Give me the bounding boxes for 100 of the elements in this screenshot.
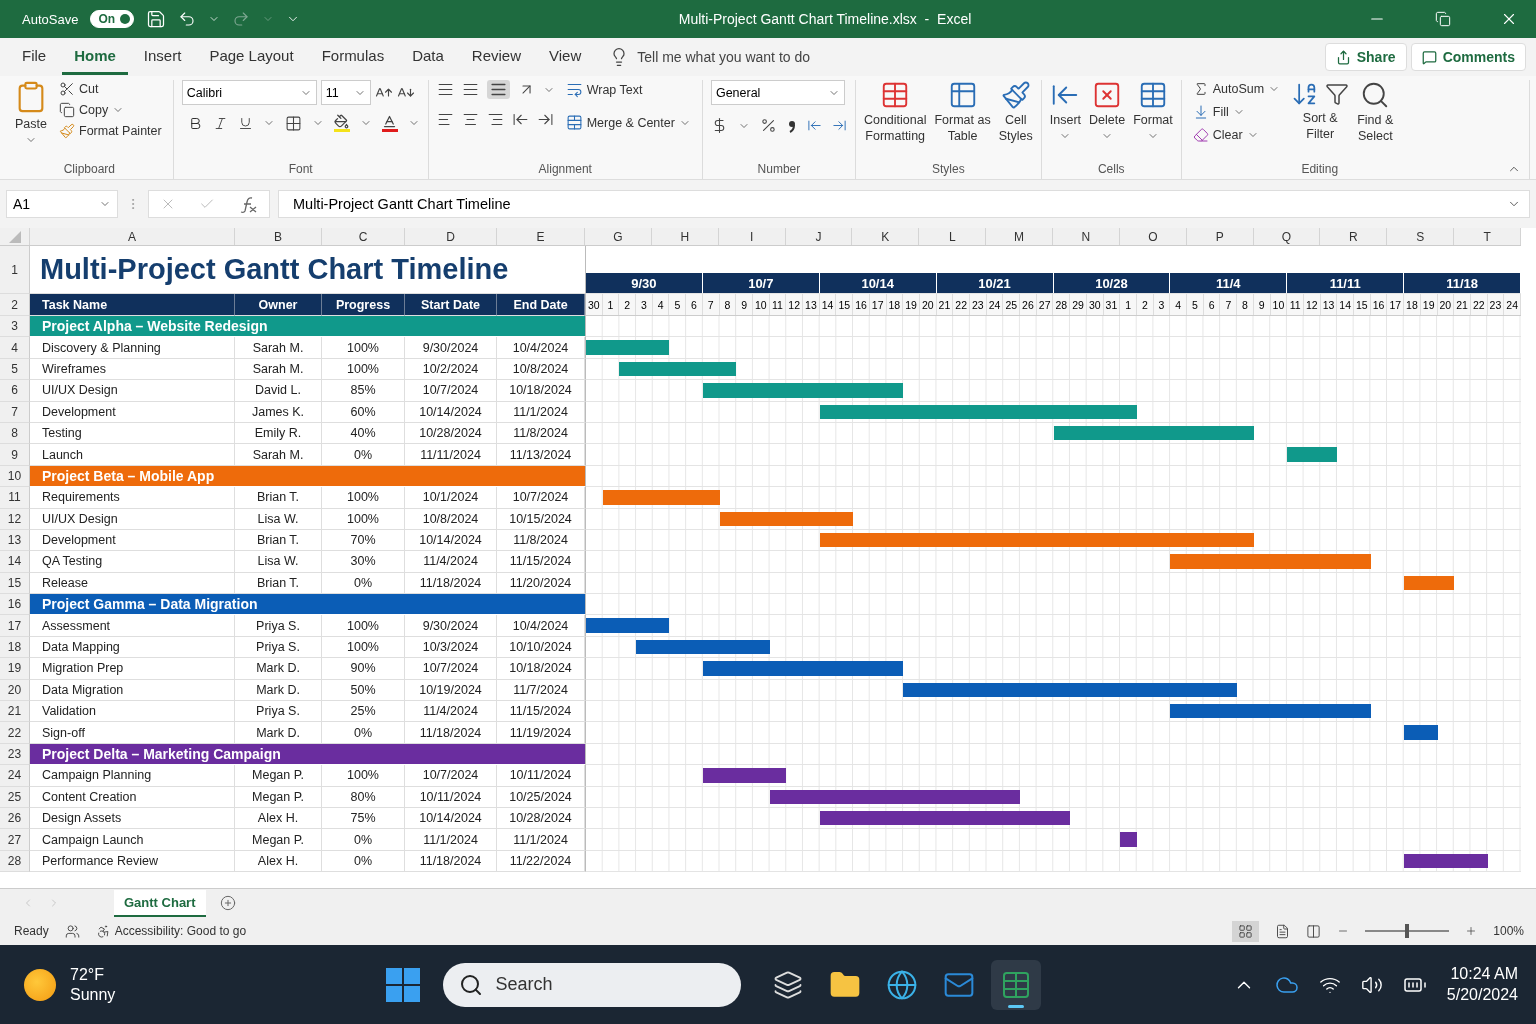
- ribbon-tab[interactable]: File: [10, 39, 59, 75]
- column-header[interactable]: S: [1387, 228, 1455, 245]
- align-center-icon[interactable]: [461, 111, 479, 128]
- ribbon-tab[interactable]: Data: [400, 39, 456, 75]
- column-header[interactable]: C: [322, 228, 405, 245]
- column-header[interactable]: P: [1186, 228, 1254, 245]
- accessibility-icon[interactable]: [95, 923, 111, 939]
- column-header[interactable]: Q: [1253, 228, 1321, 245]
- italic-icon[interactable]: [212, 115, 228, 131]
- format-button[interactable]: Format: [1133, 80, 1173, 142]
- normal-view-button[interactable]: [1232, 920, 1260, 942]
- day-number: 12: [786, 294, 804, 315]
- column-header[interactable]: G: [585, 228, 652, 245]
- underline-icon[interactable]: [237, 115, 253, 131]
- autosave-toggle[interactable]: On: [90, 10, 135, 28]
- copy-icon[interactable]: [59, 102, 75, 118]
- sort-filter-button[interactable]: Sort & Filter: [1291, 80, 1350, 142]
- scissors-icon[interactable]: [59, 81, 75, 97]
- column-header[interactable]: E: [497, 228, 585, 245]
- top-align-icon[interactable]: [436, 81, 454, 98]
- format-painter-button[interactable]: Format Painter: [56, 122, 165, 140]
- tell-me-search[interactable]: Tell me what you want to do: [637, 49, 811, 65]
- font-size-dropdown[interactable]: 11: [320, 80, 371, 105]
- gantt-bar: [1287, 447, 1338, 462]
- formula-field[interactable]: Multi-Project Gantt Chart Timeline: [278, 190, 1530, 218]
- bottom-align-button[interactable]: [486, 80, 510, 99]
- page-layout-icon[interactable]: [1275, 923, 1291, 939]
- column-header[interactable]: O: [1119, 228, 1187, 245]
- column-header[interactable]: I: [718, 228, 786, 245]
- borders-icon[interactable]: [284, 114, 302, 132]
- autosum-button[interactable]: AutoSum: [1189, 80, 1284, 98]
- ribbon-tab[interactable]: Insert: [131, 39, 194, 75]
- ribbon-tab[interactable]: Review: [459, 39, 533, 75]
- wrap-text-button[interactable]: Wrap Text: [562, 80, 646, 99]
- name-box[interactable]: A1: [6, 190, 118, 218]
- column-header[interactable]: H: [651, 228, 719, 245]
- sun-icon[interactable]: [24, 968, 56, 1001]
- column-header[interactable]: R: [1320, 228, 1388, 245]
- grid-icon[interactable]: [1238, 923, 1254, 939]
- left-arrow-icon[interactable]: [806, 118, 822, 133]
- column-header[interactable]: A: [30, 228, 235, 245]
- paste-button[interactable]: Paste: [14, 80, 48, 146]
- undo-icon[interactable]: [178, 10, 197, 28]
- increase-indent-icon[interactable]: [536, 111, 554, 128]
- sheet-tab[interactable]: Gantt Chart: [114, 889, 206, 917]
- format-as-table-button[interactable]: Format as Table: [934, 80, 991, 144]
- percent-icon[interactable]: [759, 117, 777, 134]
- middle-align-icon[interactable]: [461, 81, 479, 98]
- column-header[interactable]: J: [785, 228, 853, 245]
- add-sheet-icon[interactable]: [219, 895, 236, 911]
- spreadsheet-app-button[interactable]: [991, 959, 1042, 1010]
- wrap-text-icon[interactable]: [565, 81, 583, 98]
- zoom-thumb[interactable]: [1405, 924, 1410, 938]
- group-label: Cells: [1096, 161, 1126, 178]
- number-format-dropdown[interactable]: General: [710, 80, 845, 105]
- right-arrow-icon[interactable]: [831, 118, 847, 133]
- decrease-indent-icon[interactable]: [511, 111, 529, 128]
- ribbon-tab[interactable]: Page Layout: [197, 39, 306, 75]
- align-right-icon[interactable]: [486, 111, 504, 128]
- paintbrush-icon[interactable]: [59, 123, 75, 139]
- column-header[interactable]: D: [405, 228, 497, 245]
- page-break-icon[interactable]: [1306, 923, 1322, 939]
- column-header[interactable]: K: [852, 228, 920, 245]
- eraser-icon[interactable]: [1192, 127, 1209, 143]
- share-button[interactable]: Share: [1324, 43, 1407, 71]
- fill-button[interactable]: Fill: [1189, 103, 1248, 121]
- font-color-button[interactable]: [381, 114, 398, 132]
- column-header[interactable]: T: [1454, 228, 1522, 245]
- cut-button[interactable]: Cut: [56, 80, 102, 98]
- table-cell: 10/7/2024: [405, 765, 497, 787]
- people-icon[interactable]: [64, 923, 80, 939]
- fill-color-button[interactable]: [333, 114, 350, 132]
- search-field[interactable]: Search: [443, 962, 742, 1007]
- filter-icon[interactable]: [1325, 82, 1350, 106]
- align-left-icon[interactable]: [436, 111, 454, 128]
- column-header[interactable]: L: [919, 228, 987, 245]
- merge-cells-icon[interactable]: [565, 114, 583, 131]
- cell-styles-button[interactable]: Cell Styles: [998, 80, 1033, 144]
- merge-center-button[interactable]: Merge & Center: [562, 113, 694, 132]
- stacked-windows-icon[interactable]: [773, 969, 804, 1000]
- delete-button[interactable]: Delete: [1089, 80, 1126, 142]
- conditional-formatting-button[interactable]: Conditional Formatting: [863, 80, 927, 144]
- column-header[interactable]: B: [235, 228, 322, 245]
- clear-button[interactable]: Clear: [1189, 126, 1262, 144]
- column-header[interactable]: N: [1053, 228, 1120, 245]
- column-header[interactable]: M: [986, 228, 1053, 245]
- restore-icon[interactable]: [1435, 11, 1451, 27]
- day-number: 29: [1070, 294, 1087, 315]
- find-select-button[interactable]: Find & Select: [1357, 80, 1394, 144]
- font-name-dropdown[interactable]: Calibri: [181, 80, 317, 105]
- globe-icon[interactable]: [886, 968, 919, 1001]
- comments-button[interactable]: Comments: [1410, 43, 1526, 71]
- zoom-in-icon[interactable]: [1465, 925, 1478, 937]
- copy-button[interactable]: Copy: [56, 101, 128, 119]
- save-icon[interactable]: [146, 9, 167, 29]
- ribbon-tab[interactable]: Formulas: [309, 39, 397, 75]
- ribbon-tab[interactable]: View: [537, 39, 594, 75]
- insert-button[interactable]: Insert: [1049, 80, 1082, 142]
- paintbrush-icon[interactable]: [1000, 80, 1031, 110]
- windows-logo-icon[interactable]: [385, 966, 422, 1003]
